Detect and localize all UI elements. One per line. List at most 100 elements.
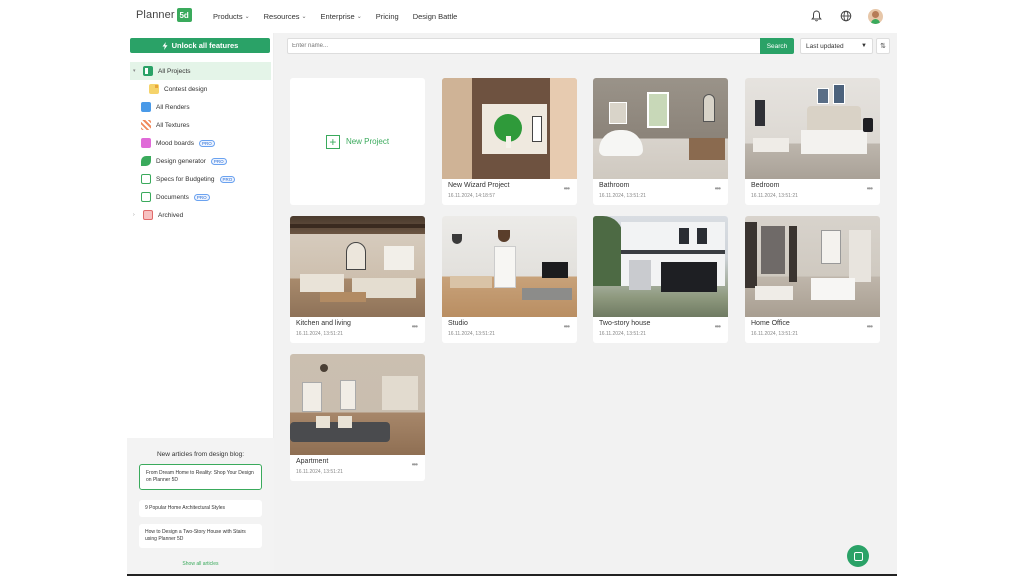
more-options-icon[interactable]: •••	[564, 322, 570, 331]
main-nav: Products ⌄ Resources ⌄ Enterprise ⌄ Pricing…	[213, 12, 457, 21]
sort-dropdown[interactable]: Last updated ▼	[800, 38, 873, 54]
project-date: 16.11.2024, 13:51:21	[599, 331, 646, 337]
sidebar-item-all-renders[interactable]: All Renders	[127, 98, 274, 116]
sidebar-item-label: Specs for Budgeting	[156, 175, 215, 183]
project-thumbnail	[593, 78, 728, 179]
sidebar-item-all-textures[interactable]: All Textures	[127, 116, 274, 134]
project-search-input[interactable]	[287, 38, 762, 54]
more-options-icon[interactable]: •••	[715, 322, 721, 331]
project-card[interactable]: Studio 16.11.2024, 13:51:21 •••	[442, 216, 577, 343]
project-date: 16.11.2024, 13:51:21	[751, 193, 798, 199]
more-options-icon[interactable]: •••	[412, 460, 418, 469]
documents-icon	[141, 192, 151, 202]
projects-icon	[143, 66, 153, 76]
sidebar-item-all-projects[interactable]: ▾ All Projects	[130, 62, 271, 80]
nav-label: Products	[213, 12, 243, 21]
sort-order-icon[interactable]: ⇅	[876, 38, 890, 54]
nav-resources[interactable]: Resources ⌄	[264, 12, 307, 21]
more-options-icon[interactable]: •••	[715, 184, 721, 193]
project-card[interactable]: Bedroom 16.11.2024, 13:51:21 •••	[745, 78, 880, 205]
sidebar-item-label: All Renders	[156, 103, 190, 111]
caret-down-icon: ▼	[861, 43, 867, 49]
nav-pricing[interactable]: Pricing	[376, 12, 399, 21]
project-name: Two-story house	[599, 320, 651, 327]
blog-title: New articles from design blog:	[156, 451, 245, 458]
project-thumbnail	[290, 354, 425, 455]
project-date: 16.11.2024, 13:51:21	[751, 331, 798, 337]
nav-design-battle[interactable]: Design Battle	[413, 12, 458, 21]
expand-arrow-icon[interactable]: ›	[133, 212, 138, 218]
blog-article-card[interactable]: How to Design a Two-Story House with Sta…	[139, 524, 262, 548]
folder-icon	[149, 84, 159, 94]
blog-panel: New articles from design blog: From Drea…	[127, 438, 274, 576]
unlock-label: Unlock all features	[171, 41, 239, 50]
project-thumbnail	[442, 78, 577, 179]
project-date: 16.11.2024, 13:51:21	[296, 331, 343, 337]
more-options-icon[interactable]: •••	[867, 184, 873, 193]
plus-icon: +	[325, 134, 340, 149]
more-options-icon[interactable]: •••	[564, 184, 570, 193]
unlock-all-features-button[interactable]: Unlock all features	[130, 38, 270, 53]
project-date: 16.11.2024, 13:51:21	[296, 469, 343, 475]
project-name: Kitchen and living	[296, 320, 351, 327]
project-tree: ▾ All Projects Contest design All Render…	[127, 62, 274, 224]
nav-label: Enterprise	[320, 12, 355, 21]
pro-badge: PRO	[219, 175, 236, 183]
project-name: Home Office	[751, 320, 790, 327]
sidebar-item-label: Mood boards	[156, 139, 194, 147]
nav-products[interactable]: Products ⌄	[213, 12, 250, 21]
project-name: New Wizard Project	[448, 182, 510, 189]
logo-text: Planner	[136, 9, 175, 21]
chevron-down-icon: ⌄	[301, 14, 307, 20]
project-card[interactable]: Kitchen and living 16.11.2024, 13:51:21 …	[290, 216, 425, 343]
more-options-icon[interactable]: •••	[867, 322, 873, 331]
textures-icon	[141, 120, 151, 130]
archive-icon	[143, 210, 153, 220]
project-thumbnail	[442, 216, 577, 317]
project-card[interactable]: Apartment 16.11.2024, 13:51:21 •••	[290, 354, 425, 481]
sidebar-item-label: All Textures	[156, 121, 190, 129]
pro-badge: PRO	[193, 193, 210, 201]
sidebar-item-label: Design generator	[156, 157, 206, 165]
project-card[interactable]: Two-story house 16.11.2024, 13:51:21 •••	[593, 216, 728, 343]
sidebar-item-archived[interactable]: › Archived	[127, 206, 274, 224]
moodboard-icon	[141, 138, 151, 148]
show-all-articles-link[interactable]: Show all articles	[127, 561, 274, 567]
project-date: 16.11.2024, 13:51:21	[448, 331, 495, 337]
blog-article-card[interactable]: 9 Popular Home Architectural Styles	[139, 500, 262, 517]
projects-area: Search Last updated ▼ ⇅ + New Project	[274, 33, 897, 576]
globe-icon[interactable]	[838, 8, 854, 24]
expand-arrow-icon[interactable]: ▾	[133, 68, 138, 74]
specs-icon	[141, 174, 151, 184]
chat-icon	[853, 551, 863, 561]
project-thumbnail	[745, 216, 880, 317]
sidebar-item-contest-design[interactable]: Contest design	[127, 80, 274, 98]
header-actions	[808, 8, 883, 24]
chat-support-button[interactable]	[847, 545, 869, 567]
renders-icon	[141, 102, 151, 112]
planner5d-logo[interactable]: Planner 5d	[136, 8, 192, 22]
project-card[interactable]: Home Office 16.11.2024, 13:51:21 •••	[745, 216, 880, 343]
sidebar: Unlock all features ▾ All Projects Conte…	[127, 33, 274, 576]
sidebar-item-design-generator[interactable]: Design generator PRO	[127, 152, 274, 170]
sidebar-item-mood-boards[interactable]: Mood boards PRO	[127, 134, 274, 152]
project-card[interactable]: Bathroom 16.11.2024, 13:51:21 •••	[593, 78, 728, 205]
sidebar-item-label: Contest design	[164, 85, 208, 93]
nav-enterprise[interactable]: Enterprise ⌄	[321, 12, 362, 21]
bell-icon[interactable]	[808, 8, 824, 24]
pro-badge: PRO	[210, 157, 227, 165]
avatar[interactable]	[868, 8, 883, 24]
sidebar-item-specs-for-budgeting[interactable]: Specs for Budgeting PRO	[127, 170, 274, 188]
sidebar-item-documents[interactable]: Documents PRO	[127, 188, 274, 206]
project-thumbnail	[745, 78, 880, 179]
new-project-card[interactable]: + New Project	[290, 78, 425, 205]
project-card[interactable]: New Wizard Project 16.11.2024, 14:18:57 …	[442, 78, 577, 205]
more-options-icon[interactable]: •••	[412, 322, 418, 331]
search-button[interactable]: Search	[760, 38, 794, 54]
project-name: Apartment	[296, 458, 329, 465]
nav-label: Resources	[263, 12, 300, 21]
blog-article-card[interactable]: From Dream Home to Reality: Shop Your De…	[139, 464, 262, 490]
project-name: Bathroom	[599, 182, 630, 189]
sort-label: Last updated	[806, 42, 844, 50]
new-project-label: New Project	[345, 137, 390, 146]
